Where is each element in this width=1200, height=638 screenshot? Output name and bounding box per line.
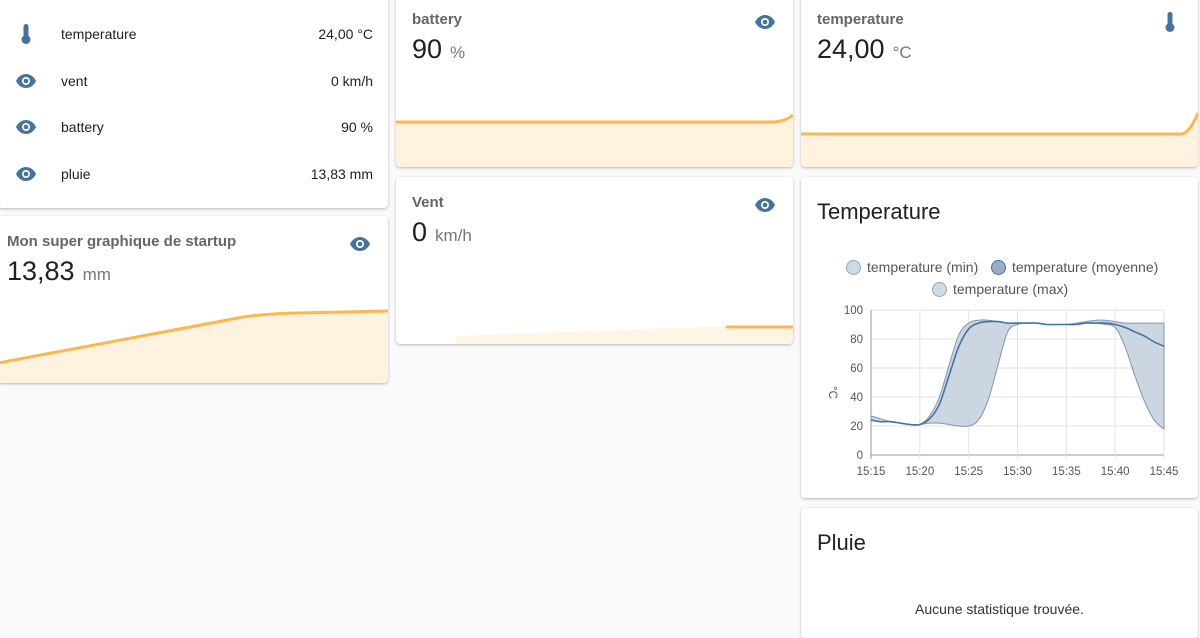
thermometer-icon: [14, 22, 38, 46]
thermometer-icon: [1158, 10, 1182, 34]
y-tick-label: 0: [857, 450, 863, 462]
sensor-name: temperature: [817, 11, 904, 28]
x-tick-label: 15:20: [905, 466, 934, 478]
legend-label: temperature (moyenne): [1012, 259, 1159, 275]
eye-icon: [14, 162, 38, 186]
x-tick-label: 15:30: [1003, 466, 1032, 478]
entity-row-vent[interactable]: vent 0 km/h: [0, 58, 388, 104]
sensor-unit: mm: [82, 265, 111, 284]
sensor-name: Mon super graphique de startup: [7, 233, 237, 250]
legend-label: temperature (max): [953, 281, 1069, 297]
entity-row-temperature[interactable]: temperature 24,00 °C: [0, 11, 388, 57]
eye-icon: [348, 232, 372, 256]
entity-name: battery: [61, 119, 104, 135]
sensor-value: 0: [412, 217, 428, 247]
pluie-statistics-card: Pluie Aucune statistique trouvée.: [801, 508, 1198, 638]
legend-swatch: [991, 259, 1006, 275]
startup-sparkline: [0, 309, 388, 383]
eye-icon: [753, 193, 777, 217]
entity-name: vent: [61, 73, 88, 89]
legend-item-moyenne[interactable]: temperature (moyenne): [991, 259, 1158, 275]
legend-item-max[interactable]: temperature (max): [932, 281, 1068, 297]
y-tick-label: 40: [850, 392, 863, 404]
sensor-unit: %: [450, 43, 466, 62]
temperature-chart[interactable]: 0 20 40 60 80 100 15:15 15:20 15:25 15:30 15:35 15:…: [801, 302, 1198, 492]
legend-swatch: [846, 259, 861, 275]
sensor-card-battery[interactable]: battery 90 %: [396, 0, 793, 167]
entity-name: pluie: [61, 166, 91, 182]
eye-icon: [753, 10, 777, 34]
card-title: Pluie: [817, 530, 866, 555]
sensor-name: battery: [412, 11, 463, 28]
entity-value: 90 %: [341, 119, 373, 135]
sensor-unit: km/h: [435, 226, 472, 245]
x-tick-label: 15:15: [857, 466, 886, 478]
legend-swatch: [932, 281, 947, 297]
sensor-card-temperature[interactable]: temperature 24,00 °C: [801, 0, 1198, 167]
battery-sparkline: [396, 113, 793, 167]
sensor-state: 0 km/h: [412, 217, 472, 248]
card-title: Temperature: [817, 199, 941, 224]
sensor-card-vent[interactable]: Vent 0 km/h: [396, 177, 793, 344]
temperature-sparkline: [801, 112, 1198, 167]
sensor-value: 13,83: [7, 256, 75, 286]
eye-icon: [14, 69, 38, 93]
sensor-state: 13,83 mm: [7, 256, 111, 287]
eye-icon: [14, 115, 38, 139]
empty-state-message: Aucune statistique trouvée.: [915, 601, 1084, 617]
sensor-name: Vent: [412, 194, 444, 211]
sensor-state: 24,00 °C: [817, 34, 912, 65]
entities-card: temperature 24,00 °C vent 0 km/h battery…: [0, 0, 388, 208]
sensor-state: 90 %: [412, 34, 465, 65]
sensor-unit: °C: [892, 43, 912, 62]
temperature-statistics-card: Temperature temperature (min) temperatur…: [801, 177, 1198, 498]
y-tick-label: 60: [850, 363, 863, 375]
x-tick-label: 15:40: [1101, 466, 1130, 478]
legend-item-min[interactable]: temperature (min): [846, 259, 978, 275]
x-tick-label: 15:45: [1150, 466, 1179, 478]
y-axis-label: °C: [826, 386, 838, 399]
entity-row-pluie[interactable]: pluie 13,83 mm: [0, 151, 388, 197]
y-tick-label: 100: [844, 305, 863, 317]
entity-row-battery[interactable]: battery 90 %: [0, 104, 388, 150]
vent-sparkline: [456, 325, 793, 344]
y-tick-label: 20: [850, 421, 863, 433]
entity-value: 24,00 °C: [318, 26, 373, 42]
x-tick-label: 15:35: [1052, 466, 1081, 478]
x-tick-label: 15:25: [954, 466, 983, 478]
sensor-card-startup[interactable]: Mon super graphique de startup 13,83 mm: [0, 216, 388, 383]
y-tick-label: 80: [850, 334, 863, 346]
entity-value: 13,83 mm: [310, 166, 373, 182]
entity-value: 0 km/h: [330, 73, 373, 89]
entity-name: temperature: [61, 26, 137, 42]
legend-label: temperature (min): [867, 259, 979, 275]
sensor-value: 24,00: [817, 34, 885, 64]
sensor-value: 90: [412, 34, 443, 64]
